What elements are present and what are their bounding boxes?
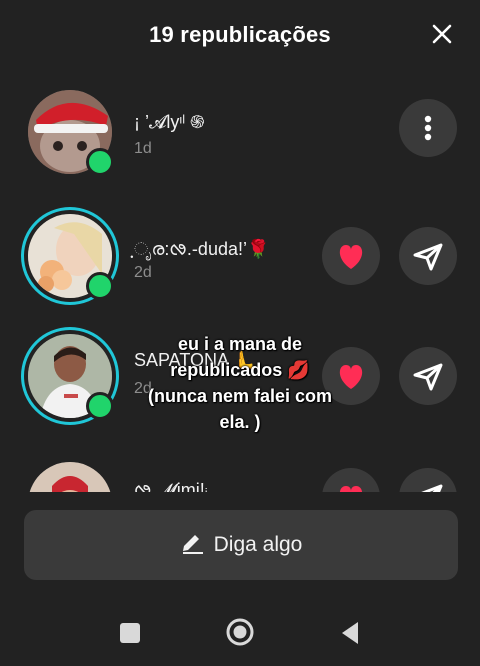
caption-line: republicados 💋 [170, 360, 310, 380]
more-options-button[interactable] [399, 99, 457, 157]
avatar-image [28, 462, 112, 492]
caption-overlay: eu i a mana de republicados 💋 (nunca nem… [120, 331, 360, 435]
avatar[interactable] [24, 210, 116, 302]
page-title: 19 republicações [149, 22, 331, 47]
send-icon [413, 243, 443, 271]
heart-icon [340, 486, 362, 492]
system-nav-bar [0, 600, 480, 666]
caption-line: ela. ) [219, 412, 261, 432]
send-icon [413, 363, 443, 391]
online-indicator [86, 392, 114, 420]
like-button[interactable] [322, 227, 380, 285]
list-item[interactable]: ¡ ’𝓐lyᶦˡ ֍ 1d [0, 72, 480, 192]
close-button[interactable] [430, 22, 454, 46]
send-button[interactable] [399, 347, 457, 405]
compose-button[interactable]: Diga algo [24, 510, 458, 580]
list-item[interactable]: ฺೃര:ᰒ.-duda!’🌹 2d [0, 192, 480, 312]
send-button[interactable] [399, 227, 457, 285]
online-indicator [86, 148, 114, 176]
compose-content: Diga algo [24, 532, 458, 557]
circle-icon [226, 618, 254, 646]
like-button[interactable] [322, 468, 380, 492]
back-button[interactable] [338, 620, 362, 646]
recents-button[interactable] [118, 621, 142, 645]
close-icon [432, 24, 452, 44]
square-icon [120, 623, 140, 643]
username[interactable]: ᰒ 𝓜imi!ᵢ [134, 478, 208, 492]
avatar[interactable] [24, 330, 116, 422]
avatar[interactable] [24, 86, 116, 178]
caption-line: (nunca nem falei com [147, 386, 333, 406]
avatar[interactable] [24, 458, 116, 492]
reposts-sheet: 19 republicações ¡ ’𝓐lyᶦˡ ֍ 1d ฺೃര:ᰒ.-du… [0, 0, 480, 666]
username[interactable]: ฺೃര:ᰒ.-duda!’🌹 [134, 234, 269, 264]
compose-label: Diga algo [213, 533, 303, 556]
sheet-header: 19 republicações [0, 0, 480, 72]
username[interactable]: ¡ ’𝓐lyᶦˡ ֍ [134, 110, 205, 134]
list-item[interactable]: ᰒ 𝓜imi!ᵢ [0, 432, 480, 492]
online-indicator [86, 272, 114, 300]
more-vertical-icon [424, 115, 432, 141]
home-button[interactable] [225, 617, 255, 647]
timestamp: 2d [134, 264, 152, 281]
send-icon [421, 484, 443, 492]
caption-line: eu i a mana de [177, 334, 303, 354]
send-button[interactable] [399, 468, 457, 492]
pencil-icon [182, 535, 203, 554]
triangle-back-icon [342, 622, 358, 644]
heart-icon [339, 245, 363, 269]
timestamp: 1d [134, 140, 152, 157]
